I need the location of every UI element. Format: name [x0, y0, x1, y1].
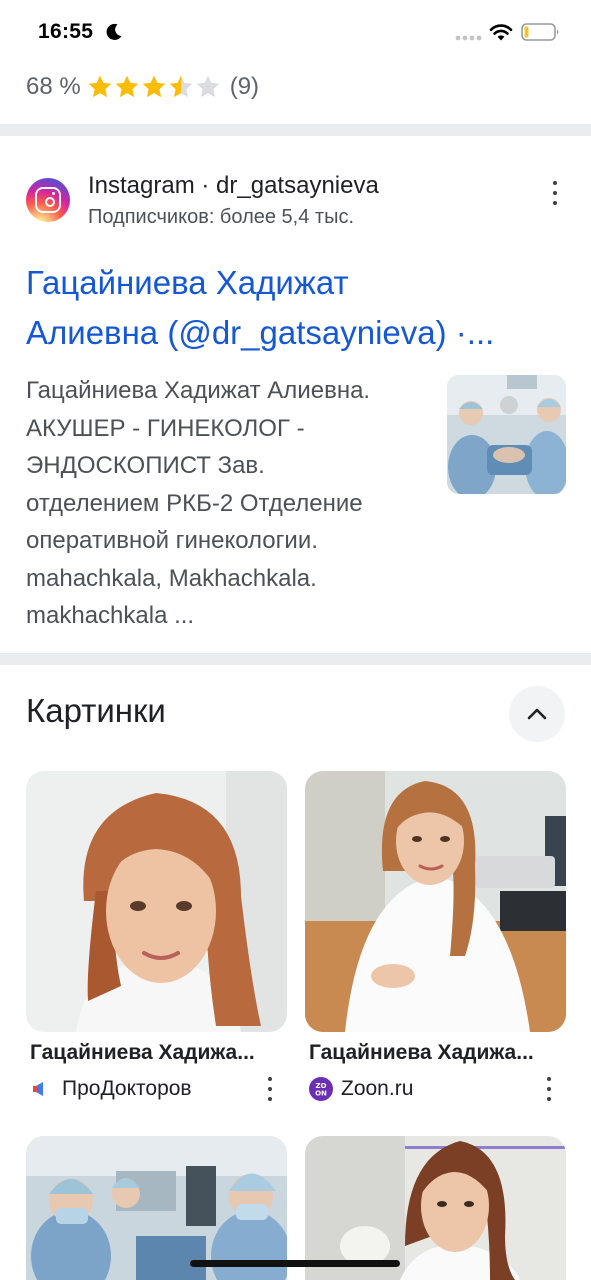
result-thumbnail[interactable] [447, 375, 566, 494]
image-card-title: Гацайниева Хадижа... [30, 1041, 255, 1064]
rating-stars [87, 74, 222, 100]
snippet-line: отделением РКБ-2 Отделение [26, 489, 363, 517]
image-thumbnail [26, 771, 287, 1032]
status-bar: 16:55 [0, 0, 591, 64]
doctor-portrait-photo [26, 771, 287, 1032]
image-thumbnail [26, 1136, 287, 1280]
rating-row: 68 % (9) [26, 70, 259, 104]
image-thumbnail [305, 1136, 566, 1280]
battery-icon [521, 23, 559, 41]
rating-count: (9) [229, 73, 260, 100]
chevron-up-icon [527, 708, 547, 720]
image-card[interactable]: Гацайниева Хадижа... ПроДокторов [26, 771, 287, 1100]
image-card-source-name: Zoon.ru [341, 1077, 414, 1100]
snippet-line: АКУШЕР - ГИНЕКОЛОГ - [26, 414, 305, 442]
result-title-line: Гацайниева Хадижат [26, 264, 349, 301]
star-icon [115, 75, 138, 98]
star-icon [196, 75, 219, 98]
collapse-button[interactable] [509, 686, 565, 742]
snippet-line: ЭНДОСКОПИСТ Зав. [26, 452, 265, 479]
result-title-line: Алиевна (@dr_gatsaynieva) ·... [26, 314, 495, 351]
section-divider [0, 653, 591, 665]
snippet-line: оперативной гинекологии. [26, 527, 318, 554]
signal-icon [455, 35, 482, 41]
rating-percent: 68 % [26, 73, 81, 100]
result-source[interactable]: Instagram · dr_gatsaynieva Подписчиков: … [26, 172, 571, 232]
star-icon [88, 75, 111, 98]
image-card[interactable] [26, 1136, 287, 1280]
result-title-link[interactable]: Гацайниева Хадижат Алиевна (@dr_gatsayni… [26, 258, 571, 358]
moon-icon [106, 23, 122, 40]
image-card-source: ZO ON Zoon.ru [309, 1077, 413, 1101]
snippet-line: mahachkala, Makhachkala. [26, 564, 317, 592]
zoon-icon: ZO ON [309, 1077, 333, 1101]
wifi-icon [489, 24, 513, 41]
prodoctorov-icon [33, 1082, 43, 1096]
image-card[interactable]: Гацайниева Хадижа... ZO ON Zoon.ru [305, 771, 566, 1101]
image-card[interactable] [305, 1136, 566, 1280]
section-divider [0, 124, 591, 136]
status-time: 16:55 [38, 20, 94, 43]
more-options-icon[interactable] [550, 181, 560, 205]
operating-room-photo [447, 375, 566, 494]
image-thumbnail [305, 771, 566, 1032]
star-icon [169, 75, 192, 98]
snippet-line: Гацайниева Хадижат Алиевна. [26, 377, 371, 404]
surgery-team-photo [26, 1136, 287, 1280]
result-snippet: Гацайниева Хадижат Алиевна. АКУШЕР - ГИН… [26, 372, 426, 635]
more-options-icon[interactable] [544, 1077, 554, 1101]
instagram-icon [26, 178, 70, 222]
images-section-title: Картинки [26, 692, 166, 729]
image-card-source-name: ПроДокторов [62, 1077, 192, 1100]
doctor-portrait-photo-2 [305, 1136, 566, 1280]
snippet-line: makhachkala ... [26, 602, 195, 629]
star-icon [142, 75, 165, 98]
source-name: Instagram · dr_gatsaynieva [88, 172, 379, 199]
doctor-at-desk-photo [305, 771, 566, 1032]
source-subtitle: Подписчиков: более 5,4 тыс. [88, 206, 354, 228]
svg-text:ON: ON [315, 1090, 327, 1098]
image-card-source: ПроДокторов [30, 1077, 192, 1101]
home-indicator[interactable] [190, 1260, 400, 1267]
more-options-icon[interactable] [265, 1077, 275, 1101]
image-card-title: Гацайниева Хадижа... [309, 1041, 534, 1064]
